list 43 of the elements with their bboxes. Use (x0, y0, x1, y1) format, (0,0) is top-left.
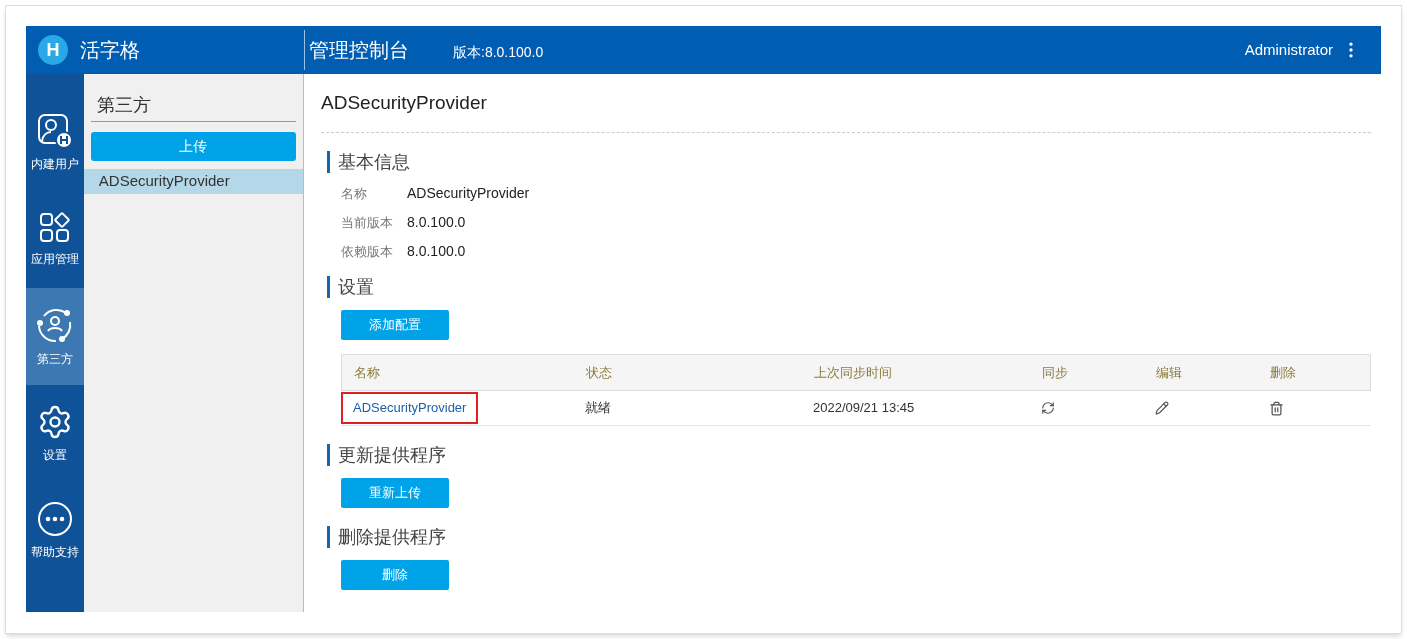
logo-icon: H (38, 35, 68, 65)
column-header: 上次同步时间 (814, 364, 892, 380)
field-label: 当前版本 (341, 213, 394, 232)
nav-label: 第三方 (36, 350, 73, 368)
user-badge-icon (36, 112, 73, 149)
console-title: 管理控制台 (309, 38, 409, 63)
field-label: 依赖版本 (341, 242, 394, 261)
section-heading: 设置 (338, 275, 374, 299)
more-circle-icon (36, 500, 73, 537)
column-header: 同步 (1042, 364, 1068, 380)
nav-item[interactable]: 帮助支持 (26, 482, 84, 579)
column-header: 删除 (1270, 364, 1296, 380)
column-header: 名称 (354, 364, 380, 380)
version-label: 版本:8.0.100.0 (453, 42, 544, 62)
column-header: 状态 (586, 364, 612, 380)
section-heading: 更新提供程序 (338, 443, 446, 467)
nav-label: 应用管理 (30, 250, 79, 268)
sync-icon[interactable] (1041, 401, 1055, 415)
field-value: ADSecurityProvider (407, 184, 530, 203)
nav-label: 设置 (42, 446, 67, 464)
nav-item[interactable]: 内建用户 (26, 94, 84, 191)
delete-icon[interactable] (1269, 400, 1284, 416)
page-title: ADSecurityProvider (321, 90, 487, 115)
field-value: 8.0.100.0 (407, 242, 466, 261)
field-label: 名称 (341, 184, 368, 203)
nav-item[interactable]: 第三方 (26, 288, 84, 385)
status-cell: 就绪 (585, 400, 611, 416)
section-heading: 删除提供程序 (338, 525, 446, 549)
provider-list-item[interactable]: ADSecurityProvider (83, 169, 303, 194)
user-name[interactable]: Administrator (1244, 38, 1333, 62)
section-heading: 基本信息 (338, 150, 410, 174)
column-header: 编辑 (1156, 364, 1182, 380)
nav-item[interactable]: 应用管理 (26, 191, 84, 288)
panel-title: 第三方 (96, 95, 151, 115)
edit-icon[interactable] (1155, 401, 1169, 415)
nav-item[interactable]: 设置 (26, 385, 84, 482)
nav-label: 内建用户 (30, 155, 79, 173)
apps-grid-icon (38, 211, 71, 244)
provider-link[interactable]: ADSecurityProvider (341, 392, 479, 424)
brand-name: 活字格 (80, 38, 140, 63)
nav-label: 帮助支持 (30, 543, 79, 561)
field-value: 8.0.100.0 (407, 213, 466, 232)
sync-time-cell: 2022/09/21 13:45 (813, 400, 915, 416)
